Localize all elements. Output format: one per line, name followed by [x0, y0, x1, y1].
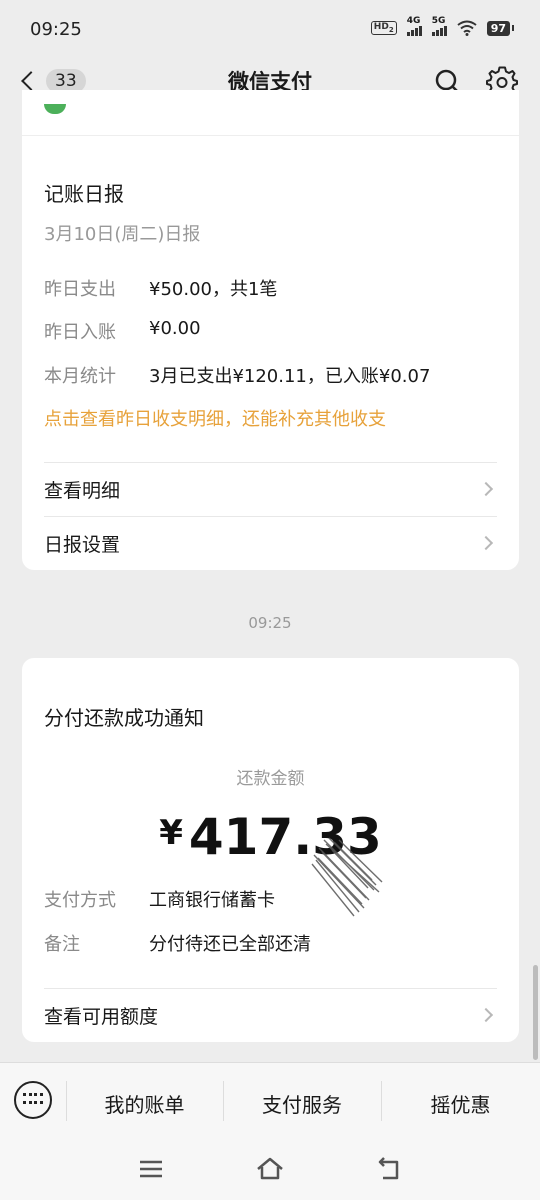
- redaction-scribble: [311, 837, 383, 917]
- card-title: 记账日报: [44, 182, 124, 206]
- 4g-signal-icon: 4G: [406, 16, 422, 36]
- keyboard-toggle-icon[interactable]: [14, 1081, 52, 1119]
- row-value: ¥0.00: [149, 318, 201, 339]
- row-label: 支付方式: [44, 890, 116, 911]
- system-nav-bar: [0, 1142, 540, 1200]
- hd-icon: HD2: [370, 21, 397, 35]
- amount-label: 还款金额: [236, 769, 305, 789]
- status-bar: 09:25 HD2 4G 5G 97: [0, 0, 540, 56]
- status-time: 09:25: [30, 19, 82, 40]
- 5g-signal-icon: 5G: [431, 16, 447, 36]
- chevron-right-icon: [478, 481, 494, 497]
- row-label: 备注: [44, 934, 80, 955]
- repayment-notice-card[interactable]: 分付还款成功通知 还款金额 ¥417.33 支付方式 工商银行储蓄卡 备注 分付…: [22, 658, 519, 1042]
- report-settings-link[interactable]: 日报设置: [44, 517, 497, 569]
- row-value: 工商银行储蓄卡: [149, 890, 275, 911]
- previous-card-tail: [22, 90, 519, 136]
- report-date: 3月10日(周二)日报: [44, 224, 201, 245]
- message-timestamp: 09:25: [248, 614, 292, 632]
- bottom-menu: 我的账单 支付服务 摇优惠: [0, 1062, 540, 1142]
- menu-my-bills[interactable]: 我的账单: [66, 1063, 223, 1143]
- row-label: 本月统计: [44, 366, 116, 387]
- chevron-right-icon: [478, 535, 494, 551]
- repayment-amount: ¥417.33: [22, 808, 519, 866]
- green-status-icon: [44, 104, 66, 114]
- row-value: 3月已支出¥120.11，已入账¥0.07: [149, 366, 431, 387]
- daily-report-card[interactable]: 记账日报 3月10日(周二)日报 昨日支出 ¥50.00，共1笔 昨日入账 ¥0…: [22, 90, 519, 570]
- chevron-right-icon: [478, 1007, 494, 1023]
- view-details-link[interactable]: 查看明细: [44, 463, 497, 515]
- menu-payment-services[interactable]: 支付服务: [223, 1063, 381, 1143]
- row-value: 分付待还已全部还清: [149, 934, 311, 955]
- view-quota-link[interactable]: 查看可用额度: [44, 989, 497, 1041]
- report-settings-label: 日报设置: [44, 533, 121, 556]
- screen: 09:25 HD2 4G 5G 97 33 微信支付 记账日报 3月10日(周二…: [0, 0, 540, 1200]
- menu-shake-offers[interactable]: 摇优惠: [381, 1063, 540, 1143]
- wifi-icon: [457, 20, 477, 36]
- view-details-label: 查看明细: [44, 479, 121, 502]
- row-label: 昨日入账: [44, 322, 116, 343]
- view-quota-label: 查看可用额度: [44, 1005, 159, 1028]
- status-icons: HD2 4G 5G 97: [370, 16, 515, 36]
- menu-icon[interactable]: [136, 1154, 166, 1184]
- row-label: 昨日支出: [44, 279, 116, 300]
- back-icon[interactable]: [375, 1154, 405, 1184]
- card-title: 分付还款成功通知: [44, 706, 204, 730]
- currency-symbol: ¥: [159, 813, 183, 853]
- home-icon[interactable]: [255, 1154, 285, 1184]
- row-value: ¥50.00，共1笔: [149, 279, 278, 300]
- scrollbar[interactable]: [533, 965, 538, 1060]
- battery-icon: 97: [486, 20, 515, 36]
- details-hint-link[interactable]: 点击查看昨日收支明细，还能补充其他收支: [44, 405, 386, 431]
